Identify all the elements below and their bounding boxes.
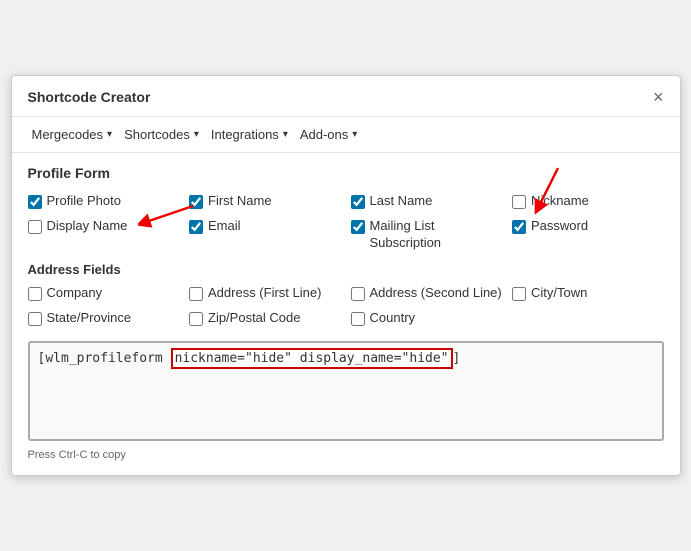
shortcodes-button[interactable]: Shortcodes ▾ xyxy=(120,125,203,144)
label-password: Password xyxy=(531,218,588,235)
checkbox-city[interactable] xyxy=(512,287,526,301)
field-item-email: Email xyxy=(189,218,341,252)
shortcode-prefix: [wlm_profileform xyxy=(38,351,171,366)
dialog-header: Shortcode Creator × xyxy=(12,76,680,117)
checkbox-country[interactable] xyxy=(351,312,365,326)
profile-fields-container: Profile Photo First Name Last Name Nickname… xyxy=(28,193,664,252)
checkbox-email[interactable] xyxy=(189,220,203,234)
field-item-display_name: Display Name xyxy=(28,218,180,252)
dialog-title: Shortcode Creator xyxy=(28,89,151,105)
mergecodes-button[interactable]: Mergecodes ▾ xyxy=(28,125,117,144)
section-title: Profile Form xyxy=(28,165,664,181)
integrations-label: Integrations xyxy=(211,127,279,142)
shortcode-params: nickname="hide" display_name="hide" xyxy=(171,348,453,369)
field-item-state: State/Province xyxy=(28,310,180,327)
addons-label: Add-ons xyxy=(300,127,348,142)
label-display_name: Display Name xyxy=(47,218,128,235)
copy-hint: Press Ctrl-C to copy xyxy=(28,447,664,463)
field-item-mailing_list: Mailing List Subscription xyxy=(351,218,503,252)
label-nickname: Nickname xyxy=(531,193,589,210)
label-address2: Address (Second Line) xyxy=(370,285,502,302)
field-item-nickname: Nickname xyxy=(512,193,664,210)
integrations-chevron: ▾ xyxy=(283,129,288,140)
checkbox-company[interactable] xyxy=(28,287,42,301)
field-item-country: Country xyxy=(351,310,503,327)
shortcodes-label: Shortcodes xyxy=(124,127,190,142)
checkbox-nickname[interactable] xyxy=(512,195,526,209)
checkbox-address2[interactable] xyxy=(351,287,365,301)
label-address1: Address (First Line) xyxy=(208,285,321,302)
label-company: Company xyxy=(47,285,103,302)
dialog-body: Profile Form xyxy=(12,153,680,474)
mergecodes-chevron: ▾ xyxy=(107,129,112,140)
checkbox-password[interactable] xyxy=(512,220,526,234)
checkbox-display_name[interactable] xyxy=(28,220,42,234)
output-area: [wlm_profileform nickname="hide" display… xyxy=(28,341,664,441)
shortcodes-chevron: ▾ xyxy=(194,129,199,140)
close-button[interactable]: × xyxy=(653,88,664,106)
field-item-last_name: Last Name xyxy=(351,193,503,210)
checkbox-last_name[interactable] xyxy=(351,195,365,209)
profile-fields-grid: Profile Photo First Name Last Name Nickname… xyxy=(28,193,664,252)
field-item-zip: Zip/Postal Code xyxy=(189,310,341,327)
address-section-title: Address Fields xyxy=(28,262,664,277)
field-item-address1: Address (First Line) xyxy=(189,285,341,302)
checkbox-address1[interactable] xyxy=(189,287,203,301)
field-item-address2: Address (Second Line) xyxy=(351,285,503,302)
checkbox-mailing_list[interactable] xyxy=(351,220,365,234)
field-item-city: City/Town xyxy=(512,285,664,302)
checkbox-state[interactable] xyxy=(28,312,42,326)
shortcode-suffix: ] xyxy=(453,351,461,366)
mergecodes-label: Mergecodes xyxy=(32,127,104,142)
addons-chevron: ▾ xyxy=(352,129,357,140)
label-state: State/Province xyxy=(47,310,132,327)
checkbox-zip[interactable] xyxy=(189,312,203,326)
label-zip: Zip/Postal Code xyxy=(208,310,301,327)
field-item-profile_photo: Profile Photo xyxy=(28,193,180,210)
field-item-password: Password xyxy=(512,218,664,252)
label-first_name: First Name xyxy=(208,193,272,210)
shortcode-display: [wlm_profileform nickname="hide" display… xyxy=(30,343,662,374)
checkbox-profile_photo[interactable] xyxy=(28,195,42,209)
integrations-button[interactable]: Integrations ▾ xyxy=(207,125,292,144)
label-country: Country xyxy=(370,310,416,327)
address-fields-grid: Company Address (First Line) Address (Seco… xyxy=(28,285,664,327)
label-last_name: Last Name xyxy=(370,193,433,210)
toolbar: Mergecodes ▾ Shortcodes ▾ Integrations ▾… xyxy=(12,117,680,153)
label-city: City/Town xyxy=(531,285,587,302)
field-item-company: Company xyxy=(28,285,180,302)
label-mailing_list: Mailing List Subscription xyxy=(370,218,503,252)
label-email: Email xyxy=(208,218,241,235)
field-item-first_name: First Name xyxy=(189,193,341,210)
addons-button[interactable]: Add-ons ▾ xyxy=(296,125,361,144)
checkbox-first_name[interactable] xyxy=(189,195,203,209)
label-profile_photo: Profile Photo xyxy=(47,193,121,210)
shortcode-creator-dialog: Shortcode Creator × Mergecodes ▾ Shortco… xyxy=(11,75,681,475)
